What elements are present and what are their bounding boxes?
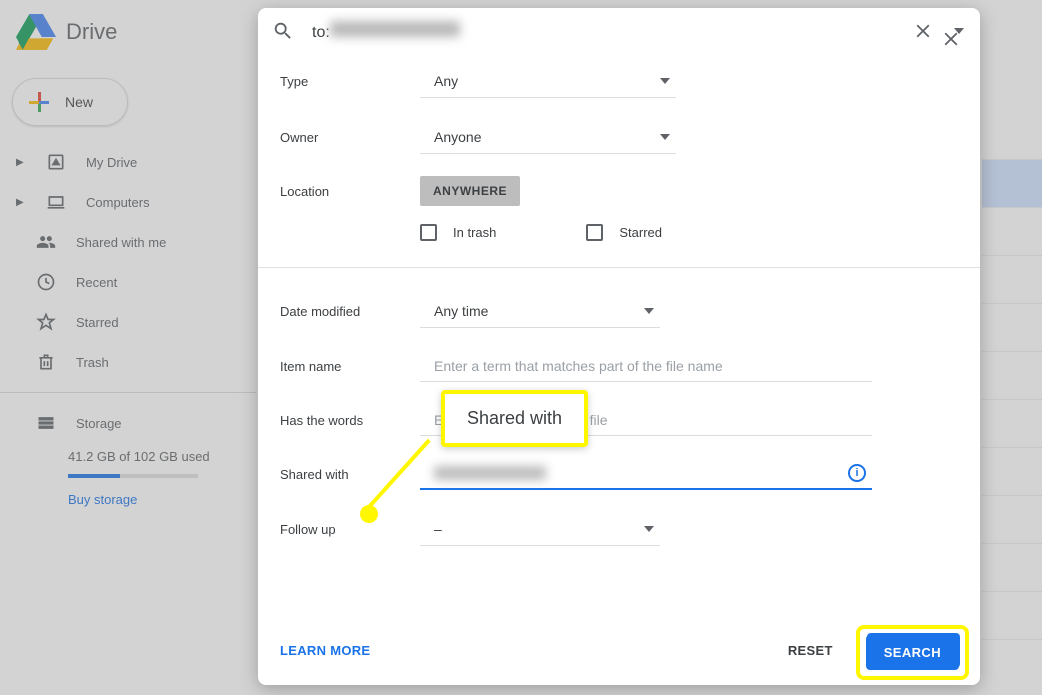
chevron-down-icon (644, 308, 654, 314)
chevron-down-icon (660, 134, 670, 140)
shared-with-label: Shared with (280, 467, 420, 482)
date-modified-select[interactable]: Any time (420, 294, 660, 328)
owner-value: Anyone (434, 129, 481, 145)
type-select[interactable]: Any (420, 64, 676, 98)
date-modified-value: Any time (434, 303, 488, 319)
owner-label: Owner (280, 130, 420, 145)
location-label: Location (280, 184, 420, 199)
type-value: Any (434, 73, 458, 89)
info-badge-icon[interactable]: i (848, 464, 866, 482)
chevron-down-icon (644, 526, 654, 532)
shared-with-input[interactable] (420, 458, 872, 490)
reset-button[interactable]: RESET (774, 635, 847, 666)
item-name-label: Item name (280, 359, 420, 374)
in-trash-checkbox[interactable]: In trash (420, 224, 496, 241)
checkbox-icon (420, 224, 437, 241)
type-label: Type (280, 74, 420, 89)
chevron-down-icon (660, 78, 670, 84)
has-the-words-input[interactable] (420, 404, 872, 436)
redacted-shared-value (434, 466, 546, 480)
learn-more-link[interactable]: LEARN MORE (280, 643, 370, 658)
divider (258, 267, 980, 268)
follow-up-value: – (434, 521, 442, 537)
search-button[interactable]: SEARCH (867, 633, 960, 668)
item-name-input[interactable] (420, 350, 872, 382)
follow-up-select[interactable]: – (420, 512, 660, 546)
starred-checkbox[interactable]: Starred (586, 224, 662, 241)
has-the-words-label: Has the words (280, 413, 420, 428)
close-modal-icon[interactable] (940, 28, 962, 50)
checkbox-icon (586, 224, 603, 241)
owner-select[interactable]: Anyone (420, 120, 676, 154)
starred-label: Starred (619, 225, 662, 240)
follow-up-label: Follow up (280, 522, 420, 537)
location-chip[interactable]: ANYWHERE (420, 176, 520, 206)
in-trash-label: In trash (453, 225, 496, 240)
advanced-search-modal: to: Type Any Owner Anyone Location ANY (258, 8, 980, 685)
date-modified-label: Date modified (280, 304, 420, 319)
